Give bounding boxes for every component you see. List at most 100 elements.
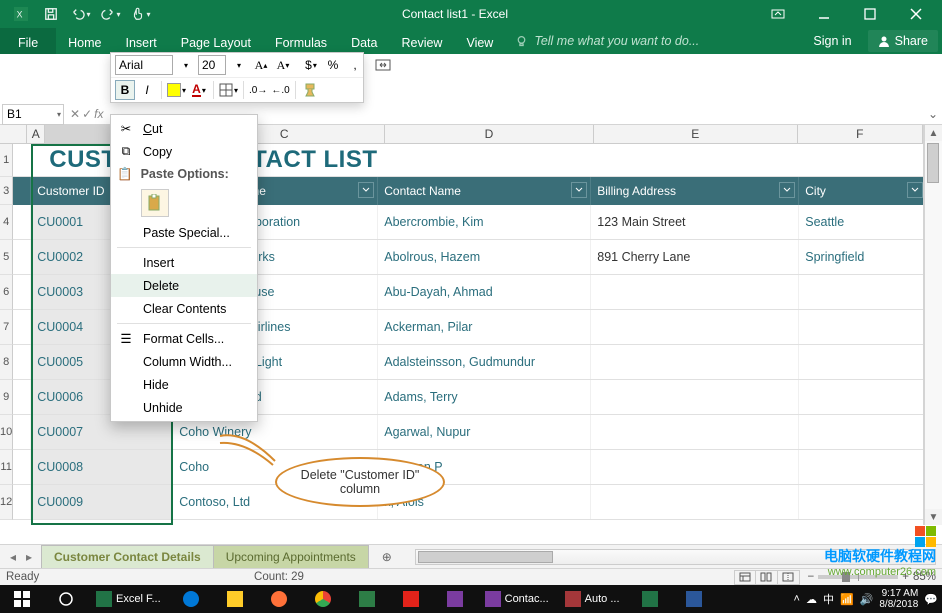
ribbon-display-icon[interactable]: [756, 0, 800, 28]
tray-volume-icon[interactable]: 🔊: [860, 593, 874, 606]
tray-ime-icon[interactable]: 中: [823, 591, 834, 607]
row-header[interactable]: 3: [0, 177, 13, 205]
cell-contact[interactable]: Adams, Terry: [378, 380, 591, 414]
tray-network-icon[interactable]: 📶: [840, 593, 854, 606]
paste-option-icon[interactable]: [141, 189, 169, 217]
font-name-dropdown[interactable]: ▾: [176, 55, 196, 75]
cell-city[interactable]: [799, 415, 924, 449]
ctx-cut[interactable]: ✂Cut: [111, 117, 257, 140]
table-row[interactable]: CU0008 Coho er, Sean P: [13, 450, 924, 485]
decrease-font-icon[interactable]: A▾: [273, 55, 293, 75]
taskbar-item[interactable]: Excel F...: [88, 585, 169, 613]
touch-mode-icon[interactable]: ▾: [128, 2, 154, 26]
enter-formula-icon[interactable]: ✓: [82, 107, 92, 121]
table-row[interactable]: CU0009 Contoso, Ltd k, Alois: [13, 485, 924, 520]
tab-review[interactable]: Review: [389, 28, 454, 54]
save-icon[interactable]: [38, 2, 64, 26]
row-header[interactable]: 11: [0, 450, 13, 485]
decrease-decimal-icon[interactable]: ←.0: [270, 80, 290, 100]
table-header-city[interactable]: City: [799, 177, 924, 205]
cell-city[interactable]: Seattle: [799, 205, 924, 239]
bold-button[interactable]: B: [115, 80, 135, 100]
cell-customer-id[interactable]: CU0008: [31, 450, 173, 484]
borders-button[interactable]: ▾: [218, 80, 239, 100]
tab-nav-first-icon[interactable]: ◂: [6, 550, 20, 564]
sheet-tab-active[interactable]: Customer Contact Details: [41, 545, 214, 569]
cell-billing[interactable]: [591, 275, 799, 309]
scroll-up-icon[interactable]: ▲: [925, 125, 942, 141]
tab-home[interactable]: Home: [56, 28, 113, 54]
tab-data[interactable]: Data: [339, 28, 389, 54]
cell-contact[interactable]: Ackerman, Pilar: [378, 310, 591, 344]
close-button[interactable]: [894, 0, 938, 28]
page-layout-view-icon[interactable]: [756, 570, 778, 585]
tray-up-icon[interactable]: ˄: [794, 593, 800, 605]
comma-format-icon[interactable]: ,: [345, 55, 365, 75]
notifications-icon[interactable]: 💬: [924, 593, 938, 606]
font-size-input[interactable]: [198, 55, 226, 75]
accounting-format-icon[interactable]: $▾: [301, 55, 321, 75]
maximize-button[interactable]: [848, 0, 892, 28]
start-button[interactable]: [0, 585, 44, 613]
ctx-insert[interactable]: Insert: [111, 251, 257, 274]
filter-dropdown-icon[interactable]: [571, 182, 587, 198]
taskbar-acrobat-icon[interactable]: [389, 585, 433, 613]
cell-city[interactable]: [799, 380, 924, 414]
tab-page-layout[interactable]: Page Layout: [169, 28, 263, 54]
cell-billing[interactable]: 123 Main Street: [591, 205, 799, 239]
tab-nav-prev-icon[interactable]: ▸: [22, 550, 36, 564]
cell-city[interactable]: Springfield: [799, 240, 924, 274]
taskbar-edge-icon[interactable]: [169, 585, 213, 613]
sign-in-link[interactable]: Sign in: [801, 28, 863, 54]
tell-me-search[interactable]: Tell me what you want to do...: [515, 28, 699, 54]
cell-contact[interactable]: Abolrous, Hazem: [378, 240, 591, 274]
mini-toolbar[interactable]: ▾ ▾ A▴ A▾ $▾ % , B I ▾ A▾ ▾ .0→ ←.0: [110, 52, 364, 103]
font-name-input[interactable]: [115, 55, 173, 75]
cell-billing[interactable]: [591, 485, 799, 519]
cell-billing[interactable]: 891 Cherry Lane: [591, 240, 799, 274]
normal-view-icon[interactable]: [734, 570, 756, 585]
undo-icon[interactable]: ▾: [68, 2, 94, 26]
row-header[interactable]: 4: [0, 205, 13, 240]
scroll-down-icon[interactable]: ▼: [925, 509, 942, 525]
font-size-dropdown[interactable]: ▾: [229, 55, 249, 75]
zoom-out-button[interactable]: −: [808, 571, 815, 583]
name-box[interactable]: B1▾: [2, 104, 64, 125]
col-header-f[interactable]: F: [798, 125, 923, 143]
taskbar-word-icon[interactable]: [672, 585, 716, 613]
taskbar-item[interactable]: Contac...: [477, 585, 557, 613]
cell-billing[interactable]: [591, 345, 799, 379]
ctx-unhide[interactable]: Unhide: [111, 396, 257, 419]
taskbar-explorer-icon[interactable]: [213, 585, 257, 613]
cell-city[interactable]: [799, 275, 924, 309]
share-button[interactable]: Share: [868, 30, 938, 52]
cell-city[interactable]: [799, 450, 924, 484]
cell-customer-id[interactable]: CU0009: [31, 485, 173, 519]
cell-contact[interactable]: Abu-Dayah, Ahmad: [378, 275, 591, 309]
row-header[interactable]: 1: [0, 144, 13, 177]
page-break-view-icon[interactable]: [778, 570, 800, 585]
row-header[interactable]: 7: [0, 310, 13, 345]
cell-billing[interactable]: [591, 380, 799, 414]
row-header[interactable]: 10: [0, 415, 13, 450]
ctx-delete[interactable]: Delete: [111, 274, 257, 297]
taskbar-onenote-icon[interactable]: [433, 585, 477, 613]
filter-dropdown-icon[interactable]: [907, 182, 923, 198]
cell-contact[interactable]: Abercrombie, Kim: [378, 205, 591, 239]
col-header-e[interactable]: E: [594, 125, 798, 143]
row-header[interactable]: 6: [0, 275, 13, 310]
tab-file[interactable]: File: [0, 28, 56, 54]
ctx-hide[interactable]: Hide: [111, 373, 257, 396]
cancel-formula-icon[interactable]: ✕: [70, 107, 80, 121]
col-header-d[interactable]: D: [385, 125, 594, 143]
increase-font-icon[interactable]: A▴: [251, 55, 271, 75]
font-color-button[interactable]: A▾: [189, 80, 209, 100]
row-header[interactable]: 12: [0, 485, 13, 520]
taskbar-recycle-icon[interactable]: [345, 585, 389, 613]
scroll-thumb[interactable]: [927, 143, 939, 183]
vertical-scrollbar[interactable]: ▲ ▼: [924, 125, 942, 525]
select-all-corner[interactable]: [0, 125, 27, 143]
system-clock[interactable]: 9:17 AM 8/8/2018: [879, 588, 918, 610]
cell-billing[interactable]: [591, 450, 799, 484]
tab-view[interactable]: View: [454, 28, 505, 54]
